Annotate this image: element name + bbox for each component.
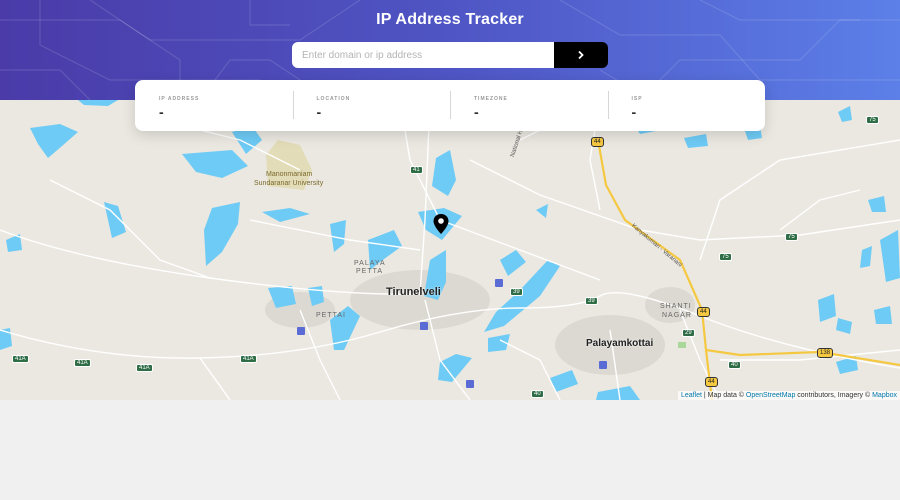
- route-shield: 40: [728, 361, 741, 369]
- map-attribution: Leaflet | Map data © OpenStreetMap contr…: [677, 391, 900, 400]
- route-shield: 39: [510, 288, 523, 296]
- route-shield: 75: [866, 116, 879, 124]
- search-bar: [292, 42, 608, 68]
- route-shield: 39: [585, 297, 598, 305]
- route-shield: 41A: [12, 355, 29, 363]
- info-timezone: TIMEZONE -: [450, 80, 608, 131]
- info-label: TIMEZONE: [474, 96, 508, 102]
- place-label-palaya: PALAYA: [354, 260, 386, 267]
- map-tiles: [0, 100, 900, 400]
- attribution-text: | Map data ©: [701, 392, 746, 399]
- search-input[interactable]: [292, 42, 554, 68]
- route-shield: 75: [719, 253, 732, 261]
- place-label-pettai: PETTAI: [316, 312, 346, 319]
- park-area: [678, 342, 686, 348]
- place-label-university: Manonmaniam: [266, 171, 313, 178]
- info-value: -: [316, 104, 322, 120]
- route-shield: 41: [410, 166, 423, 174]
- info-value: -: [631, 104, 637, 120]
- info-label: LOCATION: [316, 96, 351, 102]
- place-label-university-2: Sundaranar University: [254, 180, 324, 187]
- info-isp: ISP -: [607, 80, 766, 131]
- place-label-petta: PETTA: [356, 268, 384, 275]
- search-button[interactable]: [554, 42, 608, 68]
- route-shield: 44: [591, 137, 604, 147]
- chevron-right-icon: [578, 50, 584, 60]
- place-label-shanti: SHANTI: [660, 303, 692, 310]
- route-shield: 44: [705, 377, 718, 387]
- leaflet-link[interactable]: Leaflet: [681, 392, 702, 399]
- route-shield: 41A: [240, 355, 257, 363]
- route-shield: 41A: [74, 359, 91, 367]
- info-card: IP ADDRESS - LOCATION - TIMEZONE - ISP -: [135, 80, 765, 131]
- route-shield: 41A: [136, 364, 153, 372]
- info-value: -: [159, 104, 164, 120]
- info-label: ISP: [631, 96, 643, 102]
- info-label: IP ADDRESS: [159, 96, 200, 102]
- route-shield: 138: [817, 348, 834, 358]
- info-ip-address: IP ADDRESS -: [135, 80, 293, 131]
- info-location: LOCATION -: [292, 80, 451, 131]
- route-shield: 40: [531, 390, 544, 398]
- map-view[interactable]: 41 41A 41A 41A 41A 44 44 44 39 39 29 40 …: [0, 100, 900, 400]
- place-label-tirunelveli: Tirunelveli: [386, 286, 441, 298]
- mapbox-link[interactable]: Mapbox: [872, 392, 897, 399]
- route-shield: 75: [785, 233, 798, 241]
- openstreetmap-link[interactable]: OpenStreetMap: [746, 392, 795, 399]
- attribution-text: contributors, Imagery ©: [795, 392, 873, 399]
- page-title: IP Address Tracker: [376, 11, 524, 28]
- place-label-nagar: NAGAR: [662, 312, 692, 319]
- place-label-palayamkottai: Palayamkottai: [586, 338, 654, 349]
- info-value: -: [474, 104, 479, 120]
- route-shield: 29: [682, 329, 695, 337]
- location-marker-icon[interactable]: [433, 214, 449, 234]
- route-shield: 44: [697, 307, 710, 317]
